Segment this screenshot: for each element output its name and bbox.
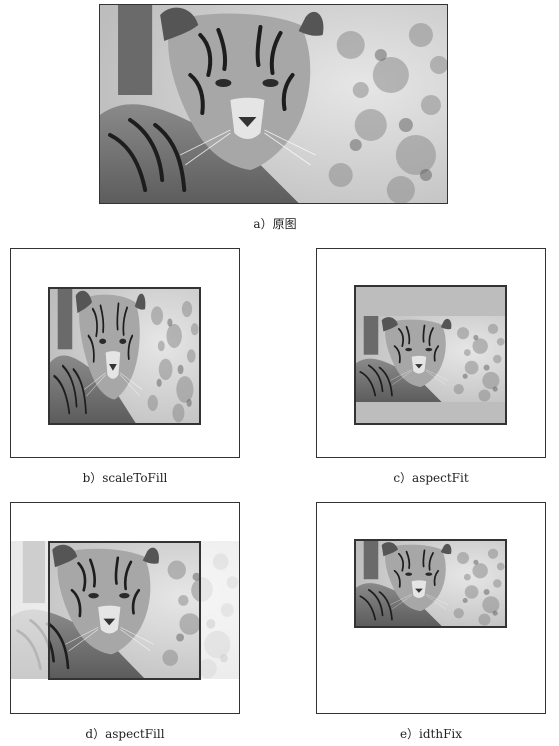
letterbox-bottom bbox=[356, 402, 505, 423]
caption-d: d）aspectFill bbox=[85, 727, 165, 741]
aspect-fit-image bbox=[356, 316, 505, 402]
width-fix-frame bbox=[316, 502, 546, 714]
scale-to-fill-frame bbox=[10, 248, 240, 458]
aspect-fit-frame bbox=[316, 248, 546, 458]
caption-a: a）原图 bbox=[253, 217, 297, 231]
caption-b: b）scaleToFill bbox=[82, 471, 168, 485]
aspect-fill-frame bbox=[10, 502, 240, 714]
caption-c: c）aspectFit bbox=[393, 471, 469, 485]
aspect-fit-box bbox=[354, 285, 507, 425]
letterbox-top bbox=[356, 287, 505, 316]
original-image bbox=[99, 4, 448, 204]
scale-to-fill-image bbox=[48, 287, 201, 425]
aspect-fill-image bbox=[48, 541, 201, 680]
caption-e: e）idthFix bbox=[399, 727, 463, 741]
width-fix-image bbox=[354, 539, 507, 628]
